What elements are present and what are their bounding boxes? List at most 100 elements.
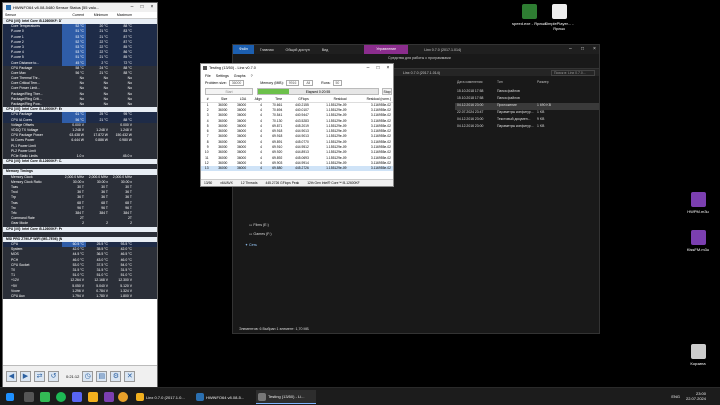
file-date: 15.10.2018 17:58 bbox=[457, 89, 484, 93]
start-icon[interactable] bbox=[6, 393, 14, 401]
problem-size-field[interactable]: 36000 bbox=[228, 80, 245, 86]
minimize-button[interactable]: – bbox=[363, 64, 373, 72]
settings-icon[interactable]: ⚙ bbox=[110, 371, 122, 382]
desktop-icon-speed[interactable]: speed.exe - Ярлык bbox=[512, 4, 546, 26]
elapsed-time: 0:21:12 bbox=[66, 374, 80, 379]
nav-back-icon[interactable]: ◀ bbox=[6, 371, 17, 382]
minimize-button[interactable]: – bbox=[127, 3, 137, 12]
menu-file[interactable]: File bbox=[205, 74, 211, 78]
file-type: Папка файлов bbox=[497, 89, 520, 93]
linx-titlebar[interactable]: Testing (13/50) - Linx v0.7.0 – □ × bbox=[201, 64, 393, 72]
file-row[interactable]: 15.10.2018 17:58 Папка файлов bbox=[455, 96, 599, 103]
clock-icon[interactable]: ◷ bbox=[82, 371, 94, 382]
col-current[interactable]: Current bbox=[62, 13, 86, 17]
ribbon-tab-share[interactable]: Общий доступ bbox=[280, 48, 316, 52]
file-row[interactable]: 04.12.2016 23:00 Приложение 1 690 KB bbox=[455, 103, 599, 110]
language-indicator[interactable]: ENG bbox=[671, 394, 680, 399]
desktop-icon-kissfm[interactable]: KissFM.m3u bbox=[681, 230, 715, 252]
results-cell: 3.116955e-02 bbox=[348, 165, 393, 171]
peak-gflops: 445.2726 GFlops Peak bbox=[265, 181, 300, 185]
sensor-current: 1.794 V bbox=[72, 293, 84, 298]
hwinfo-titlebar[interactable]: HWiNFO64 v8.08-5480 Sensor Status [55 va… bbox=[3, 3, 157, 12]
spotify-icon[interactable] bbox=[56, 392, 66, 402]
all-button[interactable]: All bbox=[303, 80, 314, 86]
memory-field[interactable]: 9916 bbox=[285, 80, 300, 86]
menu-graphs[interactable]: Graphs bbox=[234, 74, 246, 78]
nav-item-films[interactable]: ▭ Films (E:) bbox=[249, 223, 269, 227]
task-label: Linx 0.7.0 (2017.1.0... bbox=[146, 394, 185, 400]
explorer-ribbon: Файл Главная Общий доступ Вид Управление… bbox=[233, 45, 599, 54]
search-icon[interactable] bbox=[24, 392, 34, 402]
col-sensor[interactable]: Sensor bbox=[5, 13, 62, 17]
menu-settings[interactable]: Settings bbox=[216, 74, 229, 78]
linx-app-icon bbox=[203, 66, 207, 70]
stop-button[interactable]: Stop bbox=[382, 88, 392, 95]
ribbon-tab-home[interactable]: Главная bbox=[254, 48, 280, 52]
taskbar-item-explorer[interactable]: Linx 0.7.0 (2017.1.0... bbox=[134, 390, 190, 404]
sensor-column-header: Sensor Current Minimum Maximum bbox=[3, 12, 157, 19]
file-type: Папка файлов bbox=[497, 96, 520, 100]
nav-item-games[interactable]: ▭ Games (F:) bbox=[249, 232, 272, 236]
minimize-button[interactable]: – bbox=[563, 45, 575, 54]
desktop-icon-recycle-bin[interactable]: Корзина bbox=[681, 344, 715, 366]
ribbon-tab-manage[interactable]: Управление bbox=[364, 45, 409, 54]
sensor-max: 1.800 V bbox=[120, 293, 132, 298]
layout-icon[interactable]: ⇄ bbox=[34, 371, 45, 382]
col-maximum[interactable]: Maximum bbox=[110, 13, 134, 17]
col-size[interactable]: Размер bbox=[537, 80, 549, 84]
hwinfo-title: HWiNFO64 v8.08-5480 Sensor Status [55 va… bbox=[13, 5, 100, 10]
desktop-icon-simpleplayer[interactable]: SimplePlayer... - Ярлык bbox=[542, 4, 576, 31]
sensor-row[interactable]: CPU Aux 1.794 V 1.780 V 1.800 V bbox=[3, 293, 157, 300]
file-row[interactable]: 04.12.2016 23:00 Параметры конфигур... 1 K… bbox=[455, 124, 599, 131]
sensor-list[interactable]: CPU [#0]: Intel Core i5-12600KF: DTS Core… bbox=[3, 19, 157, 374]
reset-icon[interactable]: ↺ bbox=[48, 371, 59, 382]
report-icon[interactable]: ▤ bbox=[96, 371, 108, 382]
taskbar-item-hwinfo[interactable]: HWiNFO64 v8.08-5... bbox=[194, 390, 254, 404]
nav-item-network[interactable]: ✦ Сеть bbox=[245, 243, 257, 247]
file-size: 1 KB bbox=[537, 110, 545, 114]
folder-icon[interactable] bbox=[88, 392, 98, 402]
menu-help[interactable]: ? bbox=[251, 74, 253, 78]
col-type[interactable]: Тип bbox=[497, 80, 503, 84]
close-button[interactable]: × bbox=[383, 64, 393, 72]
file-date: 15.10.2018 17:58 bbox=[457, 96, 484, 100]
close-button[interactable]: × bbox=[587, 45, 599, 54]
col-date[interactable]: Дата изменения bbox=[457, 80, 482, 84]
runs-field[interactable]: 50 bbox=[332, 80, 343, 86]
chrome-icon[interactable] bbox=[118, 392, 128, 402]
recycle-bin-icon bbox=[690, 344, 706, 359]
maximize-button[interactable]: □ bbox=[373, 64, 383, 72]
file-type: Параметры конфигур... bbox=[497, 110, 534, 114]
search-input[interactable]: Поиск в: Linx 0.7.0... bbox=[551, 69, 595, 76]
desktop-icon-hwpm[interactable]: HWPM.m3u bbox=[681, 192, 715, 214]
close-icon[interactable]: ✕ bbox=[124, 371, 136, 382]
desktop-icon-label: HWPM.m3u bbox=[687, 209, 709, 214]
ribbon-subtab[interactable]: Средства для работы с программами bbox=[388, 56, 451, 60]
file-date: 04.12.2016 23:00 bbox=[457, 117, 484, 121]
viber-icon[interactable] bbox=[104, 392, 114, 402]
ribbon-tab-view[interactable]: Вид bbox=[316, 48, 335, 52]
results-row[interactable]: 13 36000 36000 4 69.880 445.2726 1.155129e-09 3… bbox=[201, 165, 393, 171]
runs-label: Runs: bbox=[321, 81, 331, 85]
clock[interactable]: 23:00 22.07.2024 bbox=[686, 391, 706, 401]
task-label: Testing (13/50) - Li... bbox=[268, 394, 305, 399]
ribbon-tab-file[interactable]: Файл bbox=[233, 45, 254, 54]
file-row[interactable]: 04.12.2016 23:00 Текстовый докумен... 9 KB bbox=[455, 117, 599, 124]
discord-icon[interactable] bbox=[72, 392, 82, 402]
progress-bar: Elapsed 0:20:55 bbox=[257, 88, 379, 95]
col-minimum[interactable]: Minimum bbox=[86, 13, 110, 17]
address-path[interactable]: Linx 0.7.0 (2017.1.014) bbox=[403, 71, 440, 75]
start-button[interactable]: Start bbox=[205, 88, 253, 95]
taskbar-item-linx[interactable]: Testing (13/50) - Li... bbox=[256, 390, 316, 404]
taskview-icon[interactable] bbox=[40, 392, 50, 402]
nav-forward-icon[interactable]: ▶ bbox=[20, 371, 31, 382]
file-row[interactable]: 22.07.2024 23:47 Параметры конфигур... 1 K… bbox=[455, 110, 599, 117]
sensor-min: 1.780 V bbox=[96, 293, 108, 298]
nav-label: Сеть bbox=[249, 243, 258, 247]
memory-label: Memory (MiB): bbox=[260, 81, 284, 85]
linx-title: Testing (13/50) - Linx v0.7.0 bbox=[209, 66, 256, 70]
maximize-button[interactable]: □ bbox=[137, 3, 147, 12]
file-row[interactable]: 15.10.2018 17:58 Папка файлов bbox=[455, 89, 599, 96]
maximize-button[interactable]: □ bbox=[575, 45, 587, 54]
close-button[interactable]: × bbox=[147, 3, 157, 12]
